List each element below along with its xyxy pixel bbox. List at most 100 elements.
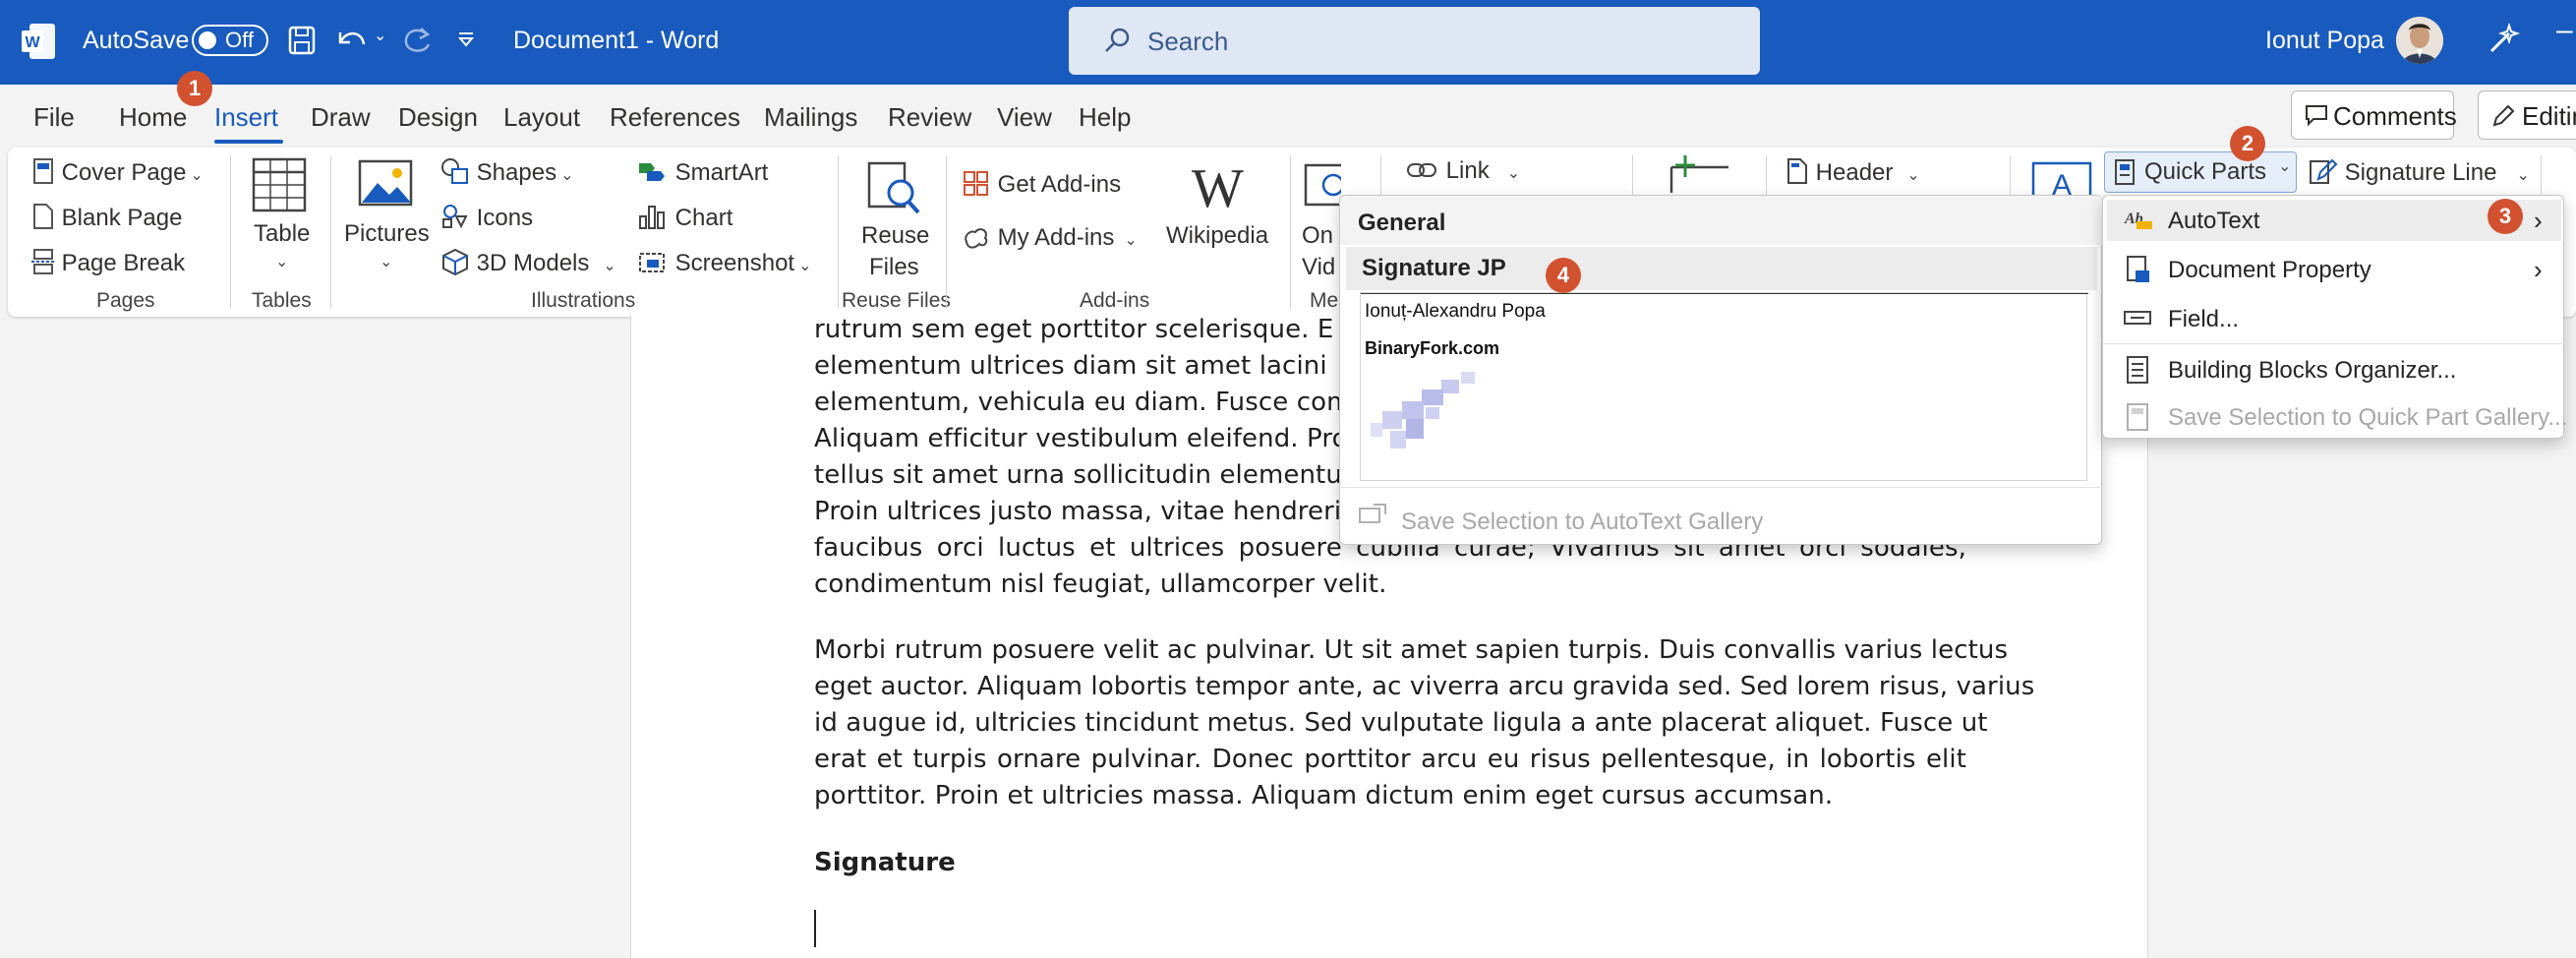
undo-dropdown-icon[interactable]: ⌄ xyxy=(374,26,386,45)
chart-icon xyxy=(639,206,665,229)
menu-divider xyxy=(2103,343,2565,344)
doc-text-line: elementum ultrices diam sit amet lacini xyxy=(814,351,1327,381)
pencil-icon xyxy=(2492,104,2515,127)
signature-line-button[interactable]: Signature Line ⌄ xyxy=(2309,157,2530,187)
my-addins-label: My Add-ins xyxy=(997,224,1115,251)
page-break-button[interactable]: Page Break xyxy=(31,248,185,277)
minimize-icon[interactable]: – xyxy=(2556,14,2573,47)
tab-layout[interactable]: Layout xyxy=(503,102,580,133)
shapes-label: Shapes xyxy=(476,159,557,186)
ribbon-separator xyxy=(1290,155,1291,309)
search-icon xyxy=(1105,28,1130,52)
ribbon-separator xyxy=(838,155,839,309)
smartart-icon xyxy=(639,163,665,181)
table-button[interactable]: Table ⌄ xyxy=(246,157,317,283)
save-to-gallery-icon xyxy=(1359,504,1386,523)
cube-icon xyxy=(442,248,468,276)
wikipedia-w-icon: W xyxy=(1192,158,1244,219)
gallery-entry-name[interactable]: Signature JP xyxy=(1362,255,1506,282)
blank-page-icon xyxy=(33,204,53,229)
group-label-pages: Pages xyxy=(96,289,155,312)
doc-text-line: rutrum sem eget porttitor scelerisque. E xyxy=(814,315,1334,344)
online-video-label-line1: On xyxy=(1302,222,1334,249)
3d-models-button[interactable]: 3D Models ⌄ xyxy=(440,248,616,277)
doc-text-line: Proin ultrices justo massa, vitae hendre… xyxy=(814,497,1352,526)
shapes-button[interactable]: Shapes ⌄ xyxy=(440,157,573,187)
wikipedia-label: Wikipedia xyxy=(1166,222,1269,249)
autosave-state: Off xyxy=(225,28,254,52)
tab-view[interactable]: View xyxy=(997,102,1052,133)
annotation-badge: 2 xyxy=(2230,126,2265,161)
word-logo-icon: W xyxy=(22,24,55,59)
field-label: Field... xyxy=(2168,306,2240,332)
menu-item-document-property[interactable]: Document Property › xyxy=(2107,249,2561,290)
comments-button[interactable]: Comments xyxy=(2291,90,2457,140)
signature-line-label: Signature Line xyxy=(2344,159,2497,186)
gallery-divider xyxy=(1340,487,2103,488)
signature-image-icon xyxy=(1371,372,1475,449)
menu-bar xyxy=(0,85,2576,146)
blank-page-button[interactable]: Blank Page xyxy=(31,203,182,232)
menu-item-field[interactable]: Field... xyxy=(2107,298,2561,339)
tab-mailings[interactable]: Mailings xyxy=(764,102,857,133)
doc-text-line: id augue id, ultricies tincidunt metus. … xyxy=(814,708,1988,738)
save-icon[interactable] xyxy=(287,25,317,56)
chart-button[interactable]: Chart xyxy=(637,203,732,232)
autosave-toggle[interactable]: Off xyxy=(192,25,268,56)
comment-insert-icon[interactable] xyxy=(1668,153,1730,193)
tab-insert[interactable]: Insert xyxy=(214,102,278,133)
online-video-button[interactable]: On Vid xyxy=(1298,157,1341,285)
autotext-gallery: General Signature JP Ionuț-Alexandru Pop… xyxy=(1339,195,2103,545)
pictures-icon xyxy=(358,159,413,207)
icons-button[interactable]: Icons xyxy=(440,203,533,232)
tab-design[interactable]: Design xyxy=(398,102,478,133)
page-break-label: Page Break xyxy=(61,250,186,276)
link-icon xyxy=(1407,163,1436,177)
cover-page-label: Cover Page xyxy=(61,159,187,186)
chevron-right-icon: › xyxy=(2534,206,2543,235)
wikipedia-button[interactable]: W Wikipedia xyxy=(1166,157,1276,266)
ribbon-separator xyxy=(230,155,231,309)
signature-preview[interactable]: Ionuț-Alexandru Popa BinaryFork.com xyxy=(1360,292,2088,481)
editing-mode-button[interactable]: Editin xyxy=(2478,90,2576,140)
tab-file[interactable]: File xyxy=(33,102,75,133)
tab-draw[interactable]: Draw xyxy=(311,102,371,133)
text-box-icon[interactable]: A xyxy=(2031,157,2092,197)
group-label-reuse-files: Reuse Files xyxy=(842,289,951,312)
designer-wand-icon[interactable] xyxy=(2484,20,2523,59)
tab-references[interactable]: References xyxy=(610,102,740,133)
person-icon xyxy=(2396,17,2443,64)
pictures-dropdown-icon: ⌄ xyxy=(380,254,393,270)
editing-label: Editin xyxy=(2522,101,2576,131)
pictures-button[interactable]: Pictures ⌄ xyxy=(344,157,430,283)
tab-help[interactable]: Help xyxy=(1079,102,1131,133)
cover-page-icon xyxy=(33,158,53,184)
tab-home[interactable]: Home xyxy=(119,102,187,133)
reuse-files-button[interactable]: Reuse Files xyxy=(853,157,936,285)
blank-page-label: Blank Page xyxy=(61,205,183,231)
cover-page-button[interactable]: Cover Page ⌄ xyxy=(31,157,204,187)
annotation-badge: 3 xyxy=(2488,199,2523,234)
document-property-icon xyxy=(2127,256,2149,282)
user-avatar[interactable] xyxy=(2396,17,2443,64)
svg-text:A: A xyxy=(2052,169,2072,197)
quick-parts-button[interactable]: Quick Parts ⌄ xyxy=(2104,151,2297,193)
page-break-icon xyxy=(31,249,55,274)
my-addins-icon xyxy=(965,228,988,249)
redo-icon[interactable] xyxy=(401,25,435,56)
online-video-label-line2: Vid xyxy=(1302,254,1336,280)
reuse-label-line1: Reuse xyxy=(861,222,930,249)
header-button[interactable]: Header ⌄ xyxy=(1786,157,1920,187)
preview-top-rule xyxy=(1361,293,2088,294)
smartart-button[interactable]: SmartArt xyxy=(637,157,768,187)
doc-text-line: erat et turpis ornare pulvinar. Donec po… xyxy=(814,745,1966,774)
menu-item-building-blocks-organizer[interactable]: Building Blocks Organizer... xyxy=(2107,349,2561,390)
tab-review[interactable]: Review xyxy=(888,102,971,133)
customize-toolbar-icon[interactable] xyxy=(456,30,476,49)
screenshot-button[interactable]: Screenshot ⌄ xyxy=(637,248,811,277)
my-addins-button[interactable]: My Add-ins ⌄ xyxy=(962,222,1138,252)
search-box[interactable]: Search xyxy=(1069,7,1760,75)
get-addins-button[interactable]: Get Add-ins xyxy=(962,169,1121,199)
link-button[interactable]: Link ⌄ xyxy=(1406,157,1520,185)
undo-icon[interactable] xyxy=(334,25,370,54)
